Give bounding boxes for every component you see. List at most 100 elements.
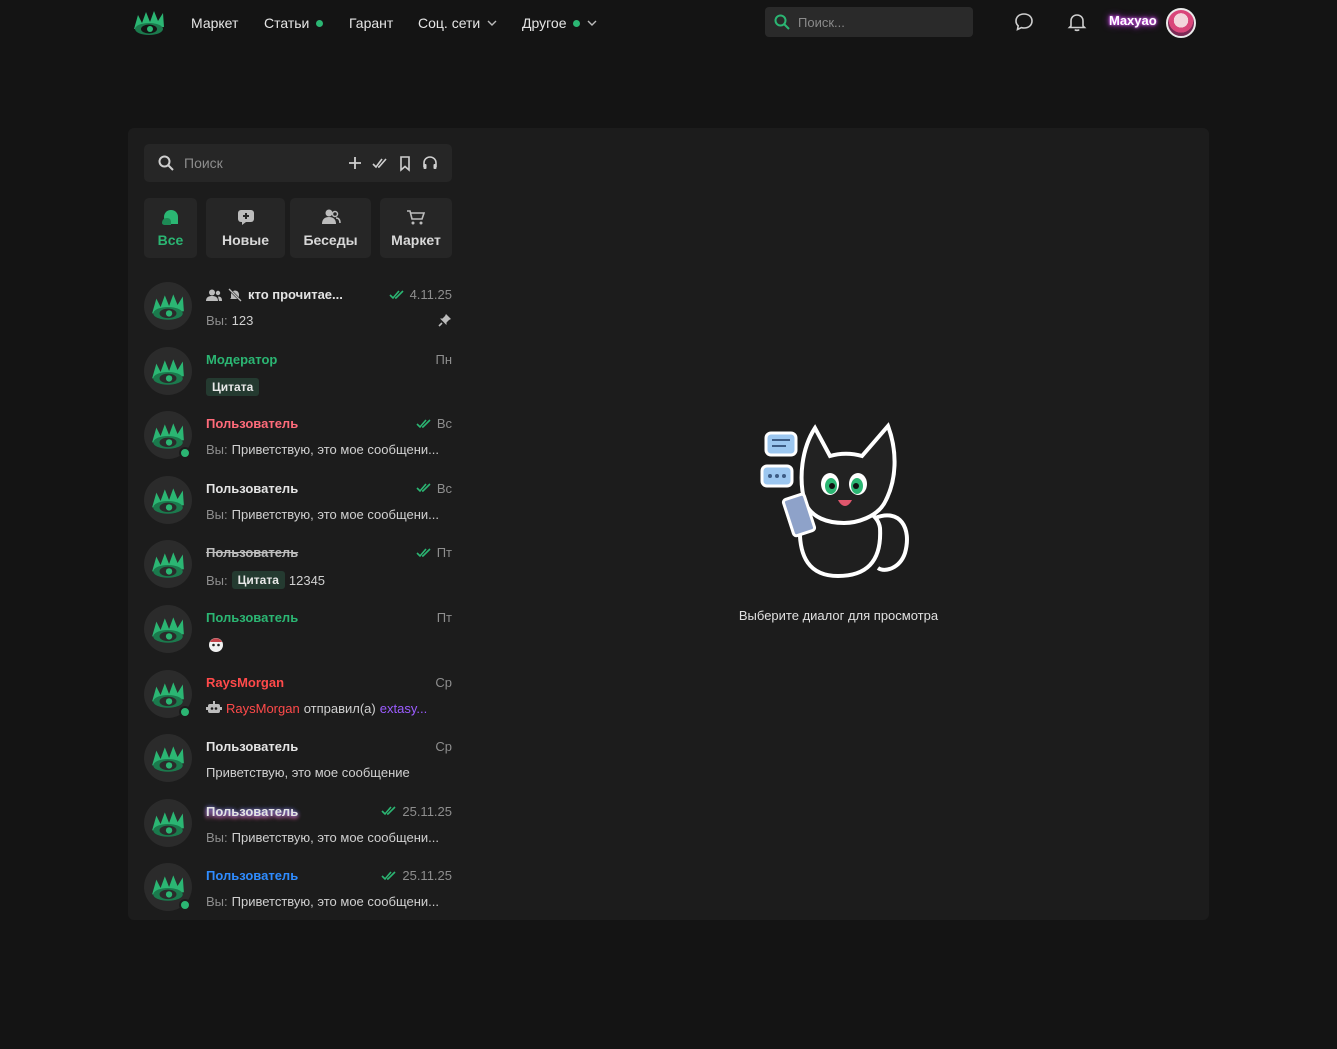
read-check-icon: [416, 548, 431, 558]
black-cat-mascot-icon: [760, 422, 909, 579]
conversation-name: Пользователь: [206, 416, 299, 432]
conversation-time-row: 4.11.25: [389, 287, 452, 302]
nav-social[interactable]: Соц. сети: [418, 14, 497, 32]
conversation-name-row: кто прочитае...: [206, 287, 343, 302]
nav-other-label: Другое: [522, 15, 567, 31]
search-icon: [774, 14, 790, 30]
you-prefix: Вы:: [206, 572, 228, 588]
conversation-item[interactable]: RaysMorgan Ср RaysMorgan отправил(а) extasy.…: [128, 666, 468, 730]
filter-groups-label: Беседы: [303, 232, 358, 248]
new-indicator-dot: [316, 19, 324, 27]
read-check-icon: [381, 806, 396, 816]
conversation-time: Ср: [435, 674, 452, 690]
conversation-time: Вс: [436, 416, 452, 432]
conversation-item[interactable]: Пользователь 25.11.25 Вы: Приветствую, это …: [128, 795, 468, 859]
conversation-name-row: Пользователь: [206, 481, 298, 496]
username[interactable]: Maxyao: [1109, 13, 1157, 28]
conversation-name: RaysMorgan: [206, 674, 285, 690]
conversation-preview: [206, 636, 226, 654]
messages-icon[interactable]: [1013, 11, 1035, 33]
filter-all[interactable]: Все: [144, 198, 197, 258]
conversation-time: Пн: [435, 351, 452, 367]
sticker-icon: [209, 638, 223, 652]
conversation-time-row: Вс: [416, 481, 452, 496]
conversation-search-input[interactable]: [184, 155, 334, 171]
new-message-icon: [237, 210, 254, 225]
you-prefix: Вы:: [206, 894, 228, 910]
conversation-name-row: Пользователь: [206, 545, 298, 560]
conversation-preview: Вы: Приветствую, это мое сообщени...: [206, 507, 439, 522]
conversation-name-row: Пользователь: [206, 739, 298, 754]
conversation-item[interactable]: Пользователь Ср Приветствую, это мое сообщ…: [128, 730, 468, 794]
conversation-item[interactable]: Пользователь Вс Вы: Приветствую, это мое со…: [128, 472, 468, 536]
preview-text: Приветствую, это мое сообщение: [206, 765, 410, 781]
filter-groups[interactable]: Беседы: [290, 198, 371, 258]
headphones-icon[interactable]: [422, 154, 438, 172]
nav-guarantor[interactable]: Гарант: [349, 14, 393, 32]
conversation-item[interactable]: Пользователь Пт Вы: Цитата 12345: [128, 536, 468, 600]
conversation-name: Пользователь: [206, 868, 299, 884]
conversation-name-row: Пользователь: [206, 610, 298, 625]
avatar-logo-icon: [152, 552, 184, 579]
nav-other[interactable]: Другое: [522, 14, 597, 32]
preview-text: Приветствую, это мое сообщени...: [231, 829, 440, 845]
read-check-icon: [416, 419, 431, 428]
sidebar-actions: [347, 154, 438, 172]
you-prefix: Вы:: [206, 506, 228, 522]
conversation-preview: Вы: Цитата 12345: [206, 571, 325, 590]
bell-icon[interactable]: [1066, 11, 1088, 33]
conversation-preview: Вы: Приветствую, это мое сообщени...: [206, 442, 439, 457]
conversation-time: 25.11.25: [402, 803, 452, 819]
nav-market[interactable]: Маркет: [191, 14, 238, 32]
filter-market[interactable]: Маркет: [380, 198, 452, 258]
sender-name: RaysMorgan: [226, 700, 300, 716]
nav-articles[interactable]: Статьи: [264, 14, 324, 32]
conversation-avatar: [144, 282, 192, 330]
new-indicator-dot: [573, 19, 581, 27]
conversation-item[interactable]: кто прочитае... 4.11.25 Вы: 123: [128, 278, 468, 342]
conversation-time-row: Пт: [416, 545, 452, 560]
conversation-name: кто прочитае...: [248, 287, 343, 302]
conversation-name-row: Пользователь: [206, 868, 298, 883]
nav-social-label: Соц. сети: [418, 15, 481, 31]
logo-icon[interactable]: [132, 7, 166, 37]
conversation-search[interactable]: [144, 144, 452, 182]
conversation-time: Пт: [436, 545, 452, 561]
preview-text: отправил(а): [303, 700, 376, 716]
plus-icon[interactable]: [347, 154, 363, 172]
conversation-time-row: Ср: [435, 675, 452, 690]
conversation-name: Пользователь: [206, 610, 299, 625]
empty-dialog-placeholder: Выберите диалог для просмотра: [468, 128, 1209, 920]
preview-link[interactable]: extasy...: [380, 701, 427, 716]
global-search-input[interactable]: [798, 14, 958, 30]
cart-icon: [407, 210, 426, 225]
top-navigation: Маркет Статьи Гарант Соц. сети Другое Ma…: [0, 0, 1337, 46]
conversation-preview: RaysMorgan отправил(а) extasy...: [206, 701, 427, 716]
you-prefix: Вы:: [206, 313, 228, 328]
mark-all-read-icon[interactable]: [372, 154, 388, 172]
global-search[interactable]: [765, 7, 973, 37]
conversation-item[interactable]: Пользователь Вс Вы: Приветствую, это мое со…: [128, 407, 468, 471]
conversation-avatar: [144, 540, 192, 589]
conversation-time: Вс: [436, 480, 452, 496]
muted-bell-icon: [228, 287, 242, 302]
conversation-item[interactable]: Пользователь 25.11.25 Вы: Приветствую, это …: [128, 859, 468, 923]
preview-text: Приветствую, это мое сообщени...: [231, 894, 440, 910]
conversation-item[interactable]: Пользователь Пт: [128, 601, 468, 665]
chat-bubbles-icon: [161, 210, 178, 225]
filter-new[interactable]: Новые: [206, 198, 285, 258]
conversation-item[interactable]: Модератор Пн Цитата: [128, 343, 468, 407]
conversation-preview: Вы: Приветствую, это мое сообщени...: [206, 894, 439, 909]
group-icon: [321, 209, 341, 224]
avatar-logo-icon: [152, 681, 184, 708]
online-indicator: [179, 705, 191, 718]
chevron-down-icon: [487, 20, 497, 26]
conversation-name-row: Модератор: [206, 352, 277, 367]
chevron-down-icon: [587, 20, 597, 26]
conversation-time-row: Ср: [435, 739, 452, 754]
quote-badge: Цитата: [206, 377, 260, 396]
nav-market-label: Маркет: [191, 15, 239, 31]
bookmark-icon[interactable]: [397, 154, 413, 172]
conversation-preview: Приветствую, это мое сообщение: [206, 765, 410, 780]
user-avatar[interactable]: [1166, 8, 1196, 38]
